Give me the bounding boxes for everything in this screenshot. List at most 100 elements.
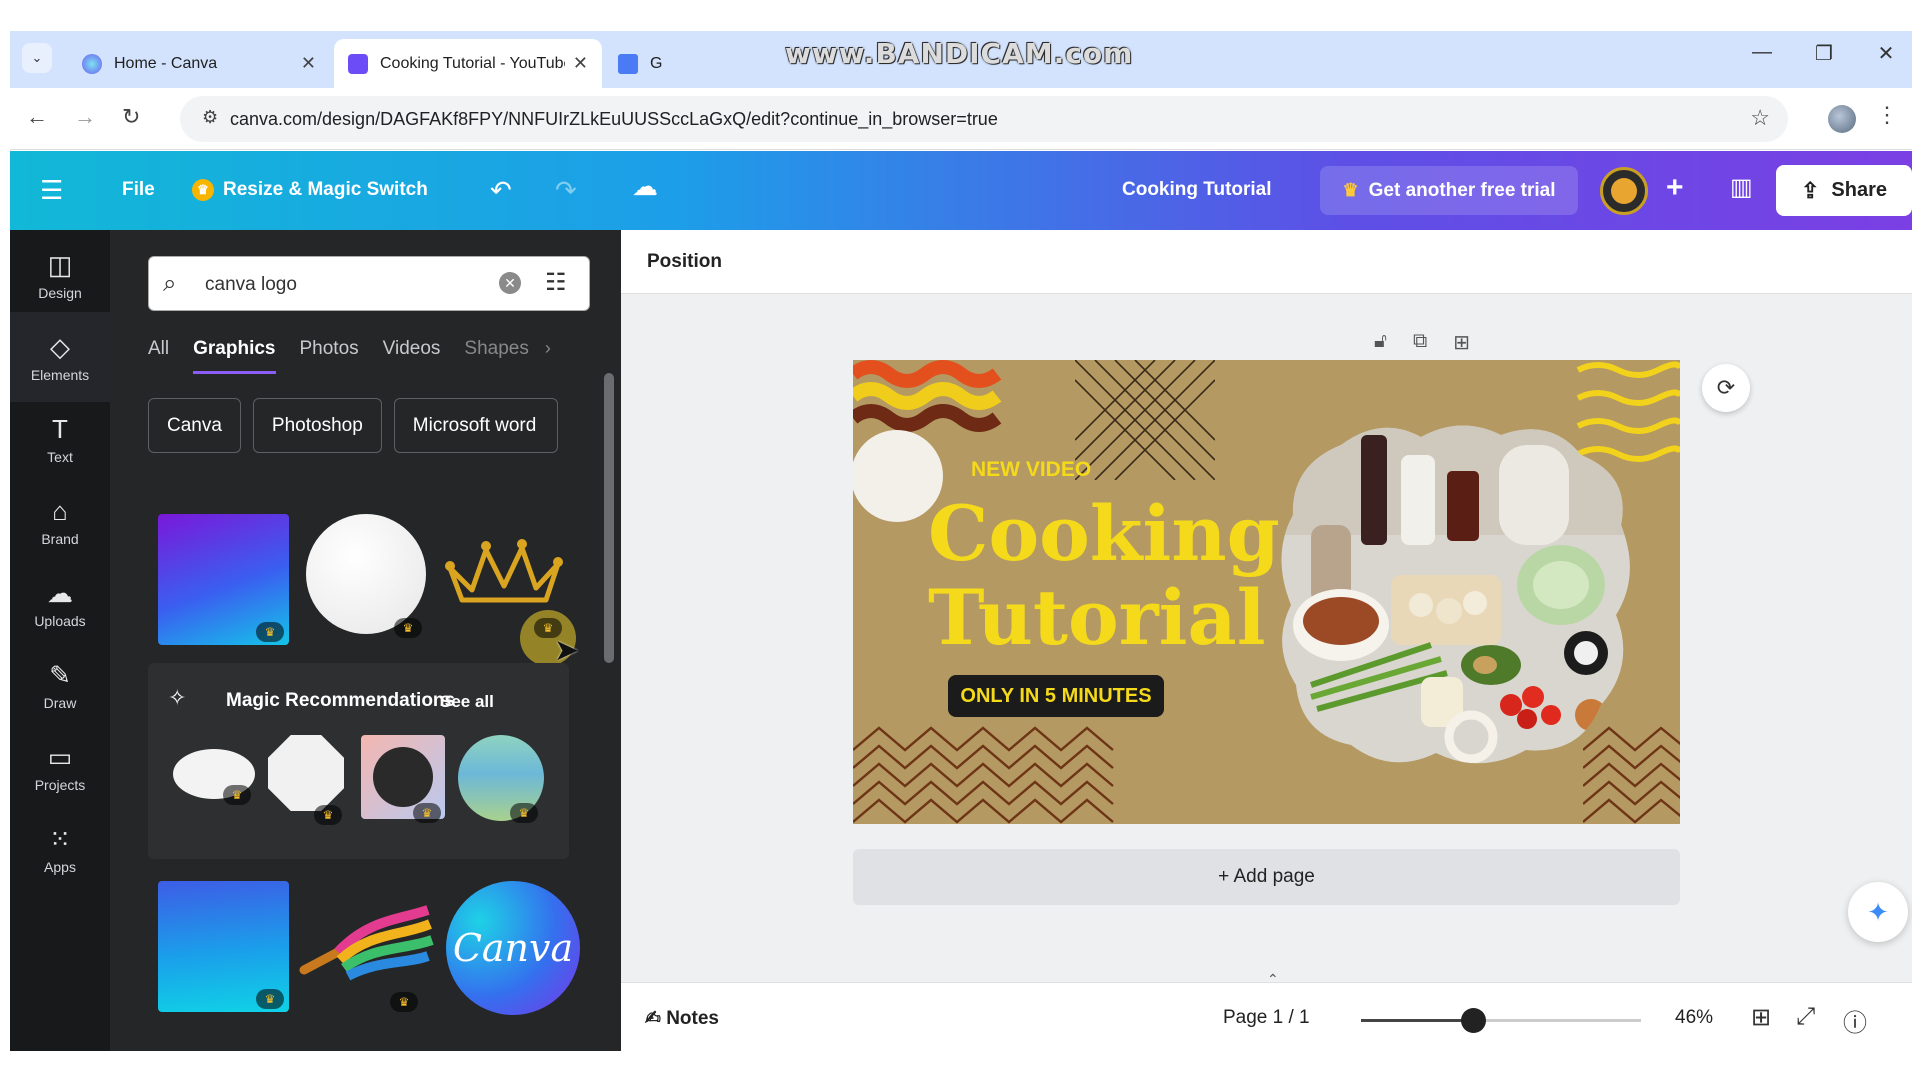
layout-icon: ◫ [47,249,73,280]
minimize-icon[interactable]: — [1742,41,1782,64]
search-input[interactable]: ⌕ canva logo ✕ ☷ [148,256,590,311]
share-button[interactable]: ⇪ Share [1776,165,1912,216]
canva-logo-graphic[interactable]: Canva [446,881,580,1015]
tab-videos[interactable]: Videos [383,338,441,374]
regenerate-icon[interactable]: ⟳ [1702,364,1750,412]
cloud-save-icon[interactable]: ☁ [632,171,666,205]
filter-icon[interactable]: ☷ [545,268,567,297]
close-icon[interactable]: ✕ [301,53,316,74]
crown-outline-icon [445,539,563,603]
magic-assistant-icon[interactable]: ✦ [1848,882,1908,942]
chevron-right-icon[interactable]: › [545,338,551,374]
cooking-title-line1[interactable]: Cooking [928,492,1280,576]
blue-gradient-graphic[interactable]: ♛ [158,881,289,1012]
page-indicator[interactable]: Page 1 / 1 [1223,1007,1310,1029]
food-photo-image[interactable] [1271,415,1641,775]
browser-toolbar: ← → ↻ ⚙ canva.com/design/DAGFAKf8FPY/NNF… [10,88,1912,150]
tab-home-canva[interactable]: Home - Canva ✕ [68,39,330,88]
file-menu[interactable]: File [122,179,155,201]
canva-favicon-icon [82,53,102,74]
restore-icon[interactable]: ❐ [1804,41,1844,66]
dark-circle-frame-graphic[interactable]: ♛ [361,735,445,823]
gold-crown-graphic[interactable]: ♛ [442,528,576,666]
rail-item-elements[interactable]: ◇ Elements [10,312,110,402]
tab-search-dropdown[interactable]: ⌄ [22,43,52,73]
resize-magic-switch-button[interactable]: ♛ Resize & Magic Switch [192,179,428,201]
circle-shape [373,747,433,807]
bookmark-star-icon[interactable]: ☆ [1750,105,1770,131]
zoom-slider-knob[interactable] [1461,1008,1486,1033]
rainbow-brush-graphic[interactable]: ♛ [298,890,436,1012]
chip-microsoft-word[interactable]: Microsoft word [393,398,558,453]
forward-icon[interactable]: → [74,104,96,130]
undo-icon[interactable]: ↶ [490,175,512,206]
white-oval-graphic[interactable]: ♛ [173,749,255,805]
hamburger-menu-icon[interactable]: ☰ [40,175,63,206]
zoom-slider[interactable] [1361,1008,1641,1033]
google-favicon-icon [618,53,638,74]
new-video-text[interactable]: NEW VIDEO [971,458,1091,482]
design-canvas[interactable]: NEW VIDEO Cooking Tutorial ONLY IN 5 MIN… [853,360,1680,824]
rail-item-uploads[interactable]: ☁ Uploads [10,558,110,648]
tab-graphics[interactable]: Graphics [193,338,276,374]
close-icon[interactable]: ✕ [573,53,588,74]
clear-search-icon[interactable]: ✕ [499,272,521,294]
back-icon[interactable]: ← [26,104,48,130]
tab-shapes[interactable]: Shapes [464,338,528,374]
redo-icon[interactable]: ↷ [555,175,577,206]
text-icon: T [52,413,68,444]
page-tools: 🔓︎ ⧉ ⊞ [1374,330,1470,355]
folder-icon: ▭ [47,741,73,772]
address-bar[interactable]: ⚙ canva.com/design/DAGFAKf8FPY/NNFUIrZLk… [180,96,1788,142]
panel-scrollbar[interactable] [604,355,614,1045]
crown-icon: ♛ [394,618,422,638]
add-page-icon[interactable]: ⊞ [1453,330,1470,355]
window-close-icon[interactable]: ✕ [1866,41,1906,66]
fullscreen-icon[interactable]: ⤢ [1796,1003,1815,1031]
chip-canva[interactable]: Canva [148,398,241,453]
tab-all[interactable]: All [148,338,169,374]
duration-pill[interactable]: ONLY IN 5 MINUTES [948,675,1164,717]
help-icon[interactable]: ⓘ [1843,1003,1867,1038]
insights-chart-icon[interactable]: ▥ [1730,173,1753,202]
free-trial-button[interactable]: ♛ Get another free trial [1320,166,1578,215]
editor-area: Position 🔓︎ ⧉ ⊞ NEW VIDEO Cooking Tutori… [621,230,1912,1051]
position-button[interactable]: Position [647,251,722,273]
upload-icon: ☁ [47,577,73,608]
see-all-link[interactable]: See all [440,692,494,712]
user-avatar[interactable] [1600,167,1648,215]
rail-item-design[interactable]: ◫ Design [10,230,110,320]
cooking-title-line2[interactable]: Tutorial [928,576,1266,660]
white-circle-graphic[interactable]: ♛ [306,514,426,638]
rail-item-brand[interactable]: ⌂ Brand [10,476,110,566]
site-settings-icon[interactable]: ⚙ [202,107,218,128]
tab-photos[interactable]: Photos [300,338,359,374]
rail-item-projects[interactable]: ▭ Projects [10,722,110,812]
lock-icon[interactable]: 🔓︎ [1374,330,1387,355]
reload-icon[interactable]: ↻ [122,104,140,130]
rail-item-apps[interactable]: ⁙ Apps [10,804,110,894]
landscape-circle-graphic[interactable]: ♛ [458,735,544,823]
duplicate-page-icon[interactable]: ⧉ [1413,330,1427,355]
suggestion-chips: Canva Photoshop Microsoft word [148,398,558,453]
chevron-up-icon[interactable]: ⌃ [1267,971,1279,988]
grid-view-icon[interactable]: ⊞ [1751,1003,1771,1032]
scroll-thumb[interactable] [604,373,614,663]
zoom-percent[interactable]: 46% [1675,1007,1713,1029]
url-text[interactable]: canva.com/design/DAGFAKf8FPY/NNFUIrZLkEu… [230,109,998,130]
chip-photoshop[interactable]: Photoshop [252,398,382,453]
gradient-square-graphic[interactable]: ♛ [158,514,289,645]
search-value[interactable]: canva logo [205,274,297,296]
add-collaborator-icon[interactable]: + [1666,171,1684,205]
notes-button[interactable]: ✍︎ Notes [645,1007,719,1030]
design-title[interactable]: Cooking Tutorial [1122,179,1272,201]
browser-menu-icon[interactable]: ⋮ [1876,102,1898,128]
rail-item-text[interactable]: T Text [10,394,110,484]
tab-cooking-tutorial[interactable]: Cooking Tutorial - YouTube Th ✕ [334,39,602,88]
add-page-button[interactable]: + Add page [853,849,1680,905]
profile-avatar[interactable] [1828,105,1856,133]
rail-item-draw[interactable]: ✎ Draw [10,640,110,730]
tab-google[interactable]: G [604,39,754,88]
pen-icon: ✎ [49,659,71,690]
white-octagon-graphic[interactable] [268,735,344,811]
